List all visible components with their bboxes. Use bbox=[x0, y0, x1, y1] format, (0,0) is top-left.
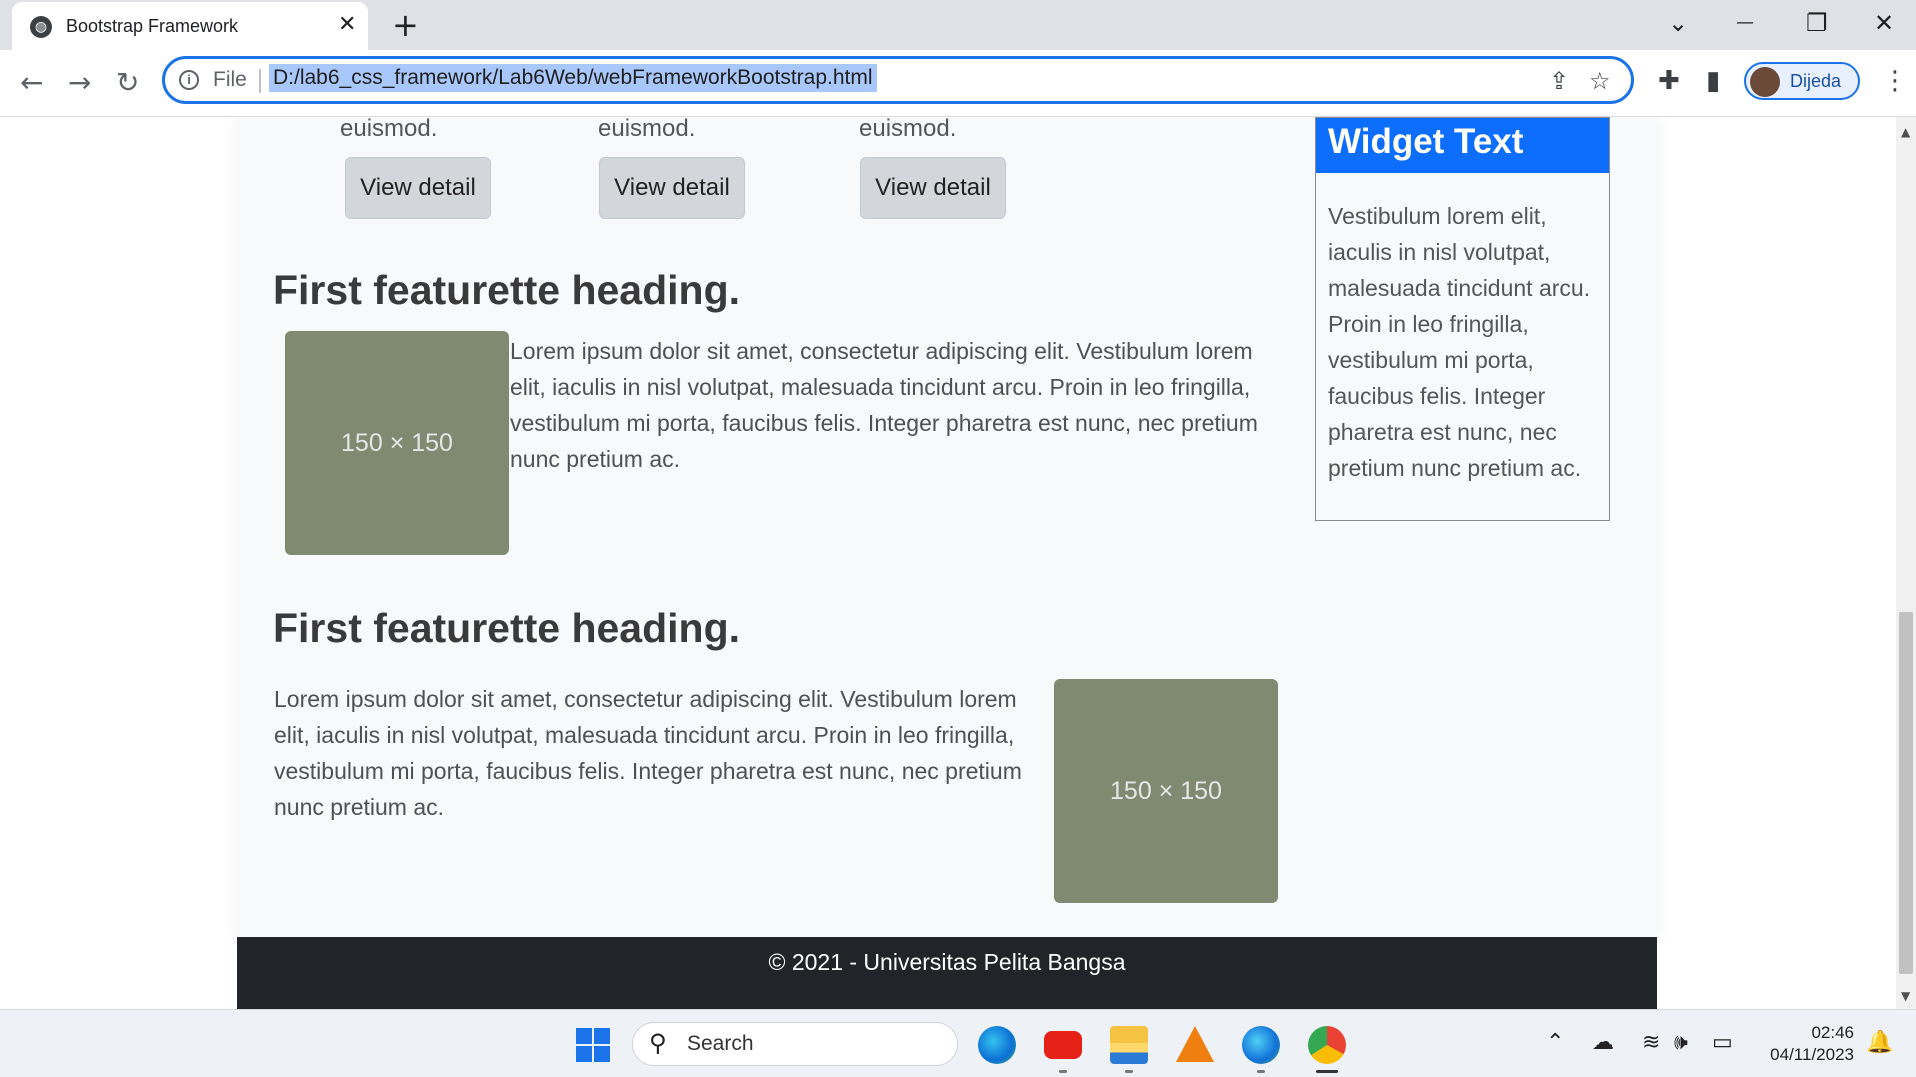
search-placeholder: Search bbox=[687, 1032, 754, 1055]
edge-icon[interactable] bbox=[978, 1026, 1016, 1064]
edge-beta-icon[interactable] bbox=[1242, 1026, 1280, 1064]
restore-icon[interactable]: ❐ bbox=[1806, 8, 1828, 38]
show-hidden-icons-icon[interactable]: ⌃ bbox=[1546, 1030, 1564, 1055]
page-scrollbar[interactable]: ▲ ▼ bbox=[1896, 117, 1916, 1009]
share-icon[interactable]: ⇪ bbox=[1549, 67, 1569, 95]
page-viewport: euismod. View detail euismod. View detai… bbox=[0, 117, 1896, 1009]
close-tab-icon[interactable]: ✕ bbox=[338, 12, 356, 38]
site-info-icon[interactable]: i bbox=[179, 70, 199, 90]
running-indicator bbox=[1257, 1070, 1265, 1073]
extensions-icon[interactable]: ✚ bbox=[1658, 66, 1680, 96]
card-text: euismod. bbox=[340, 117, 438, 142]
window-close-icon[interactable]: ✕ bbox=[1874, 8, 1894, 38]
chrome-icon[interactable] bbox=[1308, 1026, 1346, 1064]
file-label: File bbox=[213, 68, 247, 91]
divider bbox=[259, 69, 261, 93]
sidebar-widget: Widget Text Vestibulum lorem elit, iacul… bbox=[1315, 117, 1610, 521]
page-footer: © 2021 - Universitas Pelita Bangsa bbox=[237, 937, 1657, 1009]
onedrive-icon[interactable]: ☁ bbox=[1592, 1030, 1614, 1055]
clock-time: 02:46 bbox=[1811, 1023, 1854, 1042]
scroll-up-arrow-icon[interactable]: ▲ bbox=[1901, 125, 1910, 139]
vlc-icon[interactable] bbox=[1176, 1026, 1214, 1062]
forward-icon[interactable]: → bbox=[68, 66, 91, 100]
new-tab-button[interactable]: + bbox=[392, 8, 419, 42]
youtube-icon[interactable] bbox=[1044, 1031, 1082, 1059]
bookmark-star-icon[interactable]: ☆ bbox=[1589, 67, 1611, 95]
taskbar-search[interactable]: ⚲ Search bbox=[632, 1022, 958, 1066]
battery-icon[interactable]: ▭ bbox=[1712, 1030, 1733, 1055]
globe-icon: ◍ bbox=[30, 16, 52, 38]
url-text[interactable]: D:/lab6_css_framework/Lab6Web/webFramewo… bbox=[269, 64, 877, 92]
scroll-thumb[interactable] bbox=[1899, 612, 1913, 974]
address-bar[interactable]: i File D:/lab6_css_framework/Lab6Web/web… bbox=[162, 56, 1634, 104]
profile-button[interactable]: Dijeda bbox=[1744, 62, 1860, 100]
featurette-text: Lorem ipsum dolor sit amet, consectetur … bbox=[510, 338, 1258, 472]
placeholder-image: 150 × 150 bbox=[1054, 679, 1278, 903]
view-detail-button[interactable]: View detail bbox=[345, 157, 491, 219]
tab-strip: ◍ Bootstrap Framework ✕ + ⌄ — ❐ ✕ bbox=[0, 0, 1916, 50]
search-icon: ⚲ bbox=[649, 1029, 667, 1057]
tab-search-icon[interactable]: ⌄ bbox=[1668, 8, 1688, 38]
browser-toolbar: ← → ↻ i File D:/lab6_css_framework/Lab6W… bbox=[0, 50, 1916, 117]
file-explorer-icon[interactable] bbox=[1110, 1026, 1148, 1064]
view-detail-button[interactable]: View detail bbox=[860, 157, 1006, 219]
side-panel-icon[interactable]: ▮ bbox=[1706, 66, 1720, 96]
volume-icon[interactable]: 🕪 bbox=[1674, 1030, 1688, 1055]
card-text: euismod. bbox=[598, 117, 696, 142]
active-indicator bbox=[1316, 1070, 1338, 1073]
windows-taskbar: ⚲ Search ⌃ ☁ ≋ 🕪 ▭ 02:46 04/11/2023 🔔 bbox=[0, 1009, 1916, 1077]
minimize-icon[interactable]: — bbox=[1736, 8, 1754, 38]
view-detail-button[interactable]: View detail bbox=[599, 157, 745, 219]
scroll-down-arrow-icon[interactable]: ▼ bbox=[1901, 989, 1910, 1003]
clock[interactable]: 02:46 04/11/2023 bbox=[1754, 1022, 1854, 1066]
reload-icon[interactable]: ↻ bbox=[116, 66, 139, 100]
featurette-text: Lorem ipsum dolor sit amet, consectetur … bbox=[274, 686, 1022, 820]
browser-tab[interactable]: ◍ Bootstrap Framework ✕ bbox=[12, 2, 368, 50]
wifi-icon[interactable]: ≋ bbox=[1642, 1030, 1660, 1055]
notification-bell-icon[interactable]: 🔔 bbox=[1866, 1030, 1893, 1055]
placeholder-image: 150 × 150 bbox=[285, 331, 509, 555]
windows-start-icon[interactable] bbox=[576, 1028, 610, 1062]
featurette-heading: First featurette heading. bbox=[273, 605, 741, 651]
avatar bbox=[1750, 67, 1780, 97]
back-icon[interactable]: ← bbox=[20, 66, 43, 100]
running-indicator bbox=[1059, 1070, 1067, 1073]
running-indicator bbox=[1125, 1070, 1133, 1073]
widget-title: Widget Text bbox=[1316, 118, 1609, 173]
widget-text: Vestibulum lorem elit, iaculis in nisl v… bbox=[1328, 203, 1591, 481]
featurette-heading: First featurette heading. bbox=[273, 267, 741, 313]
card-text: euismod. bbox=[859, 117, 957, 142]
tab-title: Bootstrap Framework bbox=[66, 16, 239, 36]
clock-date: 04/11/2023 bbox=[1770, 1045, 1854, 1064]
profile-name: Dijeda bbox=[1790, 71, 1842, 91]
menu-icon[interactable]: ⋮ bbox=[1882, 66, 1908, 96]
main-container: euismod. View detail euismod. View detai… bbox=[237, 117, 1657, 937]
